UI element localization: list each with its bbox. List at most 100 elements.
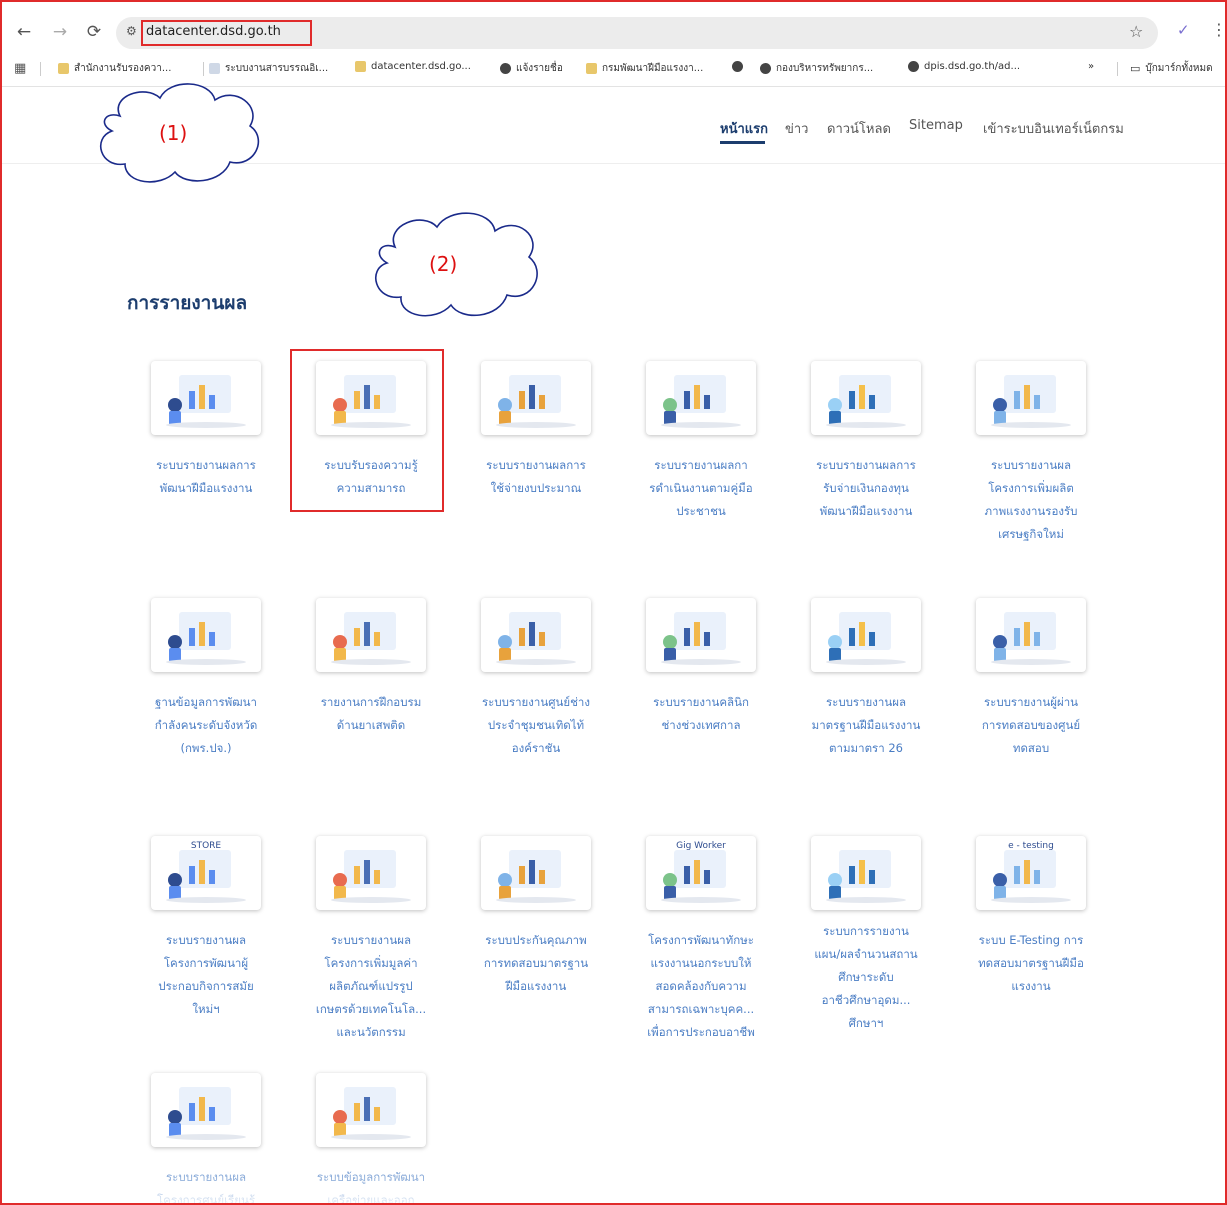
nav-intranet-login[interactable]: เข้าระบบอินเทอร์เน็ตกรม	[983, 118, 1124, 139]
forward-icon[interactable]: →	[50, 22, 70, 42]
illustration-shape	[1024, 385, 1030, 409]
illustration-shape	[519, 628, 525, 646]
illustration-graphic	[496, 612, 576, 665]
card-title[interactable]: ระบบรายงานผล โครงการเพิ่มมูลค่า ผลิตภัณฑ์แ…	[296, 929, 446, 1044]
card-illustration[interactable]	[316, 598, 426, 672]
card-title[interactable]: ระบบรายงานผลการ ใช้จ่ายงบประมาณ	[461, 454, 611, 500]
bookmark-item[interactable]: กรมพัฒนาฝีมือแรงงา...	[586, 61, 703, 76]
card-illustration[interactable]	[151, 598, 261, 672]
bookmark-item[interactable]: สำนักงานรับรองควา...	[58, 61, 171, 76]
illustration-shape	[199, 860, 205, 884]
illustration-shape	[168, 873, 182, 887]
illustration-shape	[498, 398, 512, 412]
seal-favicon-icon	[58, 63, 69, 74]
illustration-shape	[496, 897, 576, 903]
card-illustration[interactable]	[481, 598, 591, 672]
illustration-shape	[199, 622, 205, 646]
card-illustration[interactable]	[811, 598, 921, 672]
card-title-line: องค์ราชัน	[511, 741, 561, 755]
card-illustration[interactable]	[151, 1073, 261, 1147]
bookmark-star-icon[interactable]: ☆	[1129, 22, 1143, 41]
card-title-line: ใช้จ่ายงบประมาณ	[490, 481, 582, 495]
bookmark-item[interactable]: dpis.dsd.go.th/ad...	[908, 61, 1020, 72]
card-title[interactable]: ระบบรายงานคลินิก ช่างช่วงเทศกาล	[626, 691, 776, 737]
card-title-line: แรงงานนอกระบบให้	[650, 956, 752, 970]
illustration-shape	[826, 659, 906, 665]
site-info-icon[interactable]: ⚙	[126, 24, 137, 38]
bookmark-item[interactable]	[732, 61, 748, 72]
card-title[interactable]: ระบบรายงานศูนย์ช่าง ประจำชุมชนเทิดไท้ องค์…	[461, 691, 611, 760]
card-illustration[interactable]	[151, 361, 261, 435]
illustration-shape	[539, 395, 545, 409]
illustration-shape	[684, 628, 690, 646]
bookmark-item[interactable]: datacenter.dsd.go...	[355, 61, 471, 72]
nav-news[interactable]: ข่าว	[785, 118, 809, 139]
illustration-shape	[991, 659, 1071, 665]
nav-home[interactable]: หน้าแรก	[720, 118, 768, 139]
card-title-line: ฝีมือแรงงาน	[505, 979, 567, 993]
card-title-line: และนวัตกรรม	[336, 1025, 406, 1039]
illustration-shape	[209, 1107, 215, 1121]
illustration-shape	[209, 395, 215, 409]
card-title-line: ระบบรายงานผล	[330, 933, 412, 947]
illustration-shape	[991, 422, 1071, 428]
card-title[interactable]: ระบบประกันคุณภาพ การทดสอบมาตรฐาน ฝีมือแรงง…	[461, 929, 611, 998]
bookmark-item[interactable]: ระบบงานสารบรรณอิเ...	[209, 61, 328, 76]
card-title[interactable]: ระบบ E-Testing การ ทดสอบมาตรฐานฝีมือ แรงงา…	[956, 929, 1106, 998]
illustration-shape	[849, 628, 855, 646]
bookmark-separator	[1117, 62, 1118, 76]
card-illustration[interactable]	[646, 361, 756, 435]
card-title[interactable]: ระบบการรายงาน แผน/ผลจำนวนสถาน ศึกษาระดับ อา…	[791, 920, 941, 1035]
card-title[interactable]: ระบบรายงานผู้ผ่าน การทดสอบของศูนย์ ทดสอบ	[956, 691, 1106, 760]
illustration-shape	[869, 632, 875, 646]
illustration-shape	[661, 897, 741, 903]
nav-sitemap[interactable]: Sitemap	[909, 118, 963, 133]
card-illustration[interactable]: STORE	[151, 836, 261, 910]
card-illustration[interactable]	[481, 836, 591, 910]
reload-icon[interactable]: ⟳	[84, 22, 104, 42]
card-illustration[interactable]	[481, 361, 591, 435]
card-title[interactable]: ระบบรายงานผล โครงการเพิ่มผลิต ภาพแรงงานรอง…	[956, 454, 1106, 546]
illustration-shape	[694, 622, 700, 646]
card-illustration[interactable]: Gig Worker	[646, 836, 756, 910]
card-title-line: ด้านยาเสพติด	[336, 718, 406, 732]
illustration-shape	[828, 873, 842, 887]
illustration-shape	[663, 873, 677, 887]
more-bookmarks-button[interactable]: »	[1088, 61, 1094, 72]
card-title[interactable]: ระบบรายงานผลการ พัฒนาฝีมือแรงงาน	[131, 454, 281, 500]
card-title[interactable]: รายงานการฝึกอบรม ด้านยาเสพติด	[296, 691, 446, 737]
illustration-shape	[519, 391, 525, 409]
illustration-graphic	[331, 1087, 411, 1140]
card-title[interactable]: ระบบรายงานผล มาตรฐานฝีมือแรงงาน ตามมาตรา 2…	[791, 691, 941, 760]
bookmark-item[interactable]: แจ้งรายชื่อ	[500, 61, 563, 76]
card-title[interactable]: ฐานข้อมูลการพัฒนา กำลังคนระดับจังหวัด (กพร…	[131, 691, 281, 760]
illustration-shape	[331, 1134, 411, 1140]
illustration-shape	[189, 1103, 195, 1121]
url-highlight-box	[141, 20, 312, 46]
illustration-shape	[661, 422, 741, 428]
card-illustration[interactable]	[976, 361, 1086, 435]
card-title[interactable]: ระบบรายงานผล โครงการพัฒนาผู้ ประกอบกิจการส…	[131, 929, 281, 1021]
card-illustration[interactable]	[316, 836, 426, 910]
back-icon[interactable]: ←	[14, 22, 34, 42]
card-title[interactable]: ระบบรายงานผลการ รับจ่ายเงินกองทุน พัฒนาฝีม…	[791, 454, 941, 523]
bookmark-item[interactable]: กองบริหารทรัพยากร...	[760, 61, 873, 76]
card-illustration[interactable]	[811, 836, 921, 910]
nav-active-indicator	[720, 141, 765, 144]
card-title[interactable]: โครงการพัฒนาทักษะ แรงงานนอกระบบให้ สอดคล้อ…	[626, 929, 776, 1044]
card-illustration[interactable]	[976, 598, 1086, 672]
seal-favicon-icon	[355, 61, 366, 72]
card-illustration[interactable]	[646, 598, 756, 672]
illustration-shape	[849, 391, 855, 409]
browser-menu-icon[interactable]: ⋮	[1211, 20, 1227, 39]
card-illustration[interactable]	[316, 1073, 426, 1147]
all-bookmarks-button[interactable]: ▭ บุ๊กมาร์กทั้งหมด	[1130, 61, 1213, 76]
card-illustration[interactable]	[811, 361, 921, 435]
card-title-line: ระบบรายงานผลการ	[156, 458, 256, 472]
extension-icon[interactable]: ✓	[1177, 21, 1190, 39]
illustration-graphic	[166, 612, 246, 665]
card-illustration[interactable]: e - testing	[976, 836, 1086, 910]
nav-download[interactable]: ดาวน์โหลด	[827, 118, 891, 139]
card-title[interactable]: ระบบรายงานผลกา รดำเนินงานตามคู่มือ ประชาชน	[626, 454, 776, 523]
card-title-line: เกษตรด้วยเทคโนโล...	[315, 1002, 427, 1016]
